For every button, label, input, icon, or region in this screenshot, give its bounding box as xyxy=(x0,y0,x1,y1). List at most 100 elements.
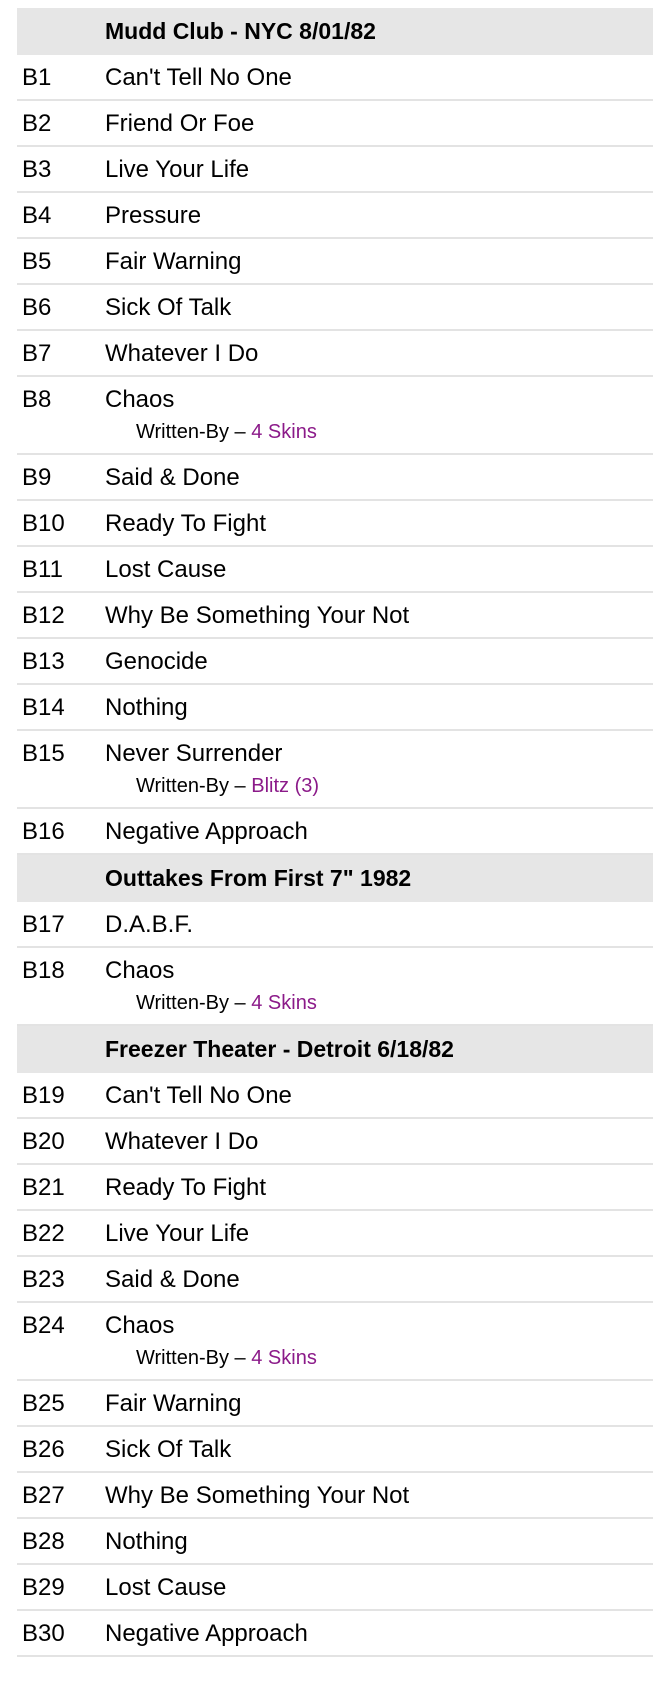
track-credit: Written-By – 4 Skins xyxy=(136,1347,653,1370)
track-position: B23 xyxy=(22,1266,65,1293)
track-title: Chaos xyxy=(105,957,175,984)
track-row: B29 Lost Cause xyxy=(17,1565,653,1611)
track-title: Lost Cause xyxy=(105,1574,227,1601)
track-position: B25 xyxy=(22,1390,65,1417)
credit-artist-link[interactable]: 4 Skins xyxy=(251,1347,317,1369)
track-row: B30 Negative Approach xyxy=(17,1611,653,1657)
track-row: B24 Chaos Written-By – 4 Skins xyxy=(17,1303,653,1381)
section-heading: Mudd Club - NYC 8/01/82 xyxy=(17,8,653,55)
track-row: B5 Fair Warning xyxy=(17,239,653,285)
track-row: B20 Whatever I Do xyxy=(17,1119,653,1165)
track-title: Negative Approach xyxy=(105,818,308,845)
track-position: B8 xyxy=(22,386,52,413)
track-row: B10 Ready To Fight xyxy=(17,501,653,547)
credit-role: Written-By – xyxy=(136,992,246,1014)
track-position: B13 xyxy=(22,648,65,675)
track-title: Why Be Something Your Not xyxy=(105,602,410,629)
track-title: Nothing xyxy=(105,1528,188,1555)
track-position: B21 xyxy=(22,1174,65,1201)
track-row: B18 Chaos Written-By – 4 Skins xyxy=(17,948,653,1026)
track-title-cell: Live Your Life xyxy=(105,156,653,191)
track-title-cell: Genocide xyxy=(105,648,653,683)
credit-role: Written-By – xyxy=(136,1347,246,1369)
track-row: B19 Can't Tell No One xyxy=(17,1073,653,1119)
track-row: B21 Ready To Fight xyxy=(17,1165,653,1211)
track-title-cell: Lost Cause xyxy=(105,556,653,591)
track-title: Ready To Fight xyxy=(105,1174,266,1201)
track-title: Nothing xyxy=(105,694,188,721)
track-row: B3 Live Your Life xyxy=(17,147,653,193)
track-title-cell: Negative Approach xyxy=(105,1620,653,1655)
track-position: B10 xyxy=(22,510,65,537)
track-title-cell: Nothing xyxy=(105,1528,653,1563)
track-row: B23 Said & Done xyxy=(17,1257,653,1303)
track-title-cell: Chaos Written-By – 4 Skins xyxy=(105,957,653,1024)
track-position: B15 xyxy=(22,740,65,767)
track-title-cell: Chaos Written-By – 4 Skins xyxy=(105,1312,653,1379)
track-title: Sick Of Talk xyxy=(105,1436,232,1463)
track-row: B8 Chaos Written-By – 4 Skins xyxy=(17,377,653,455)
section-heading: Freezer Theater - Detroit 6/18/82 xyxy=(17,1026,653,1073)
track-row: B27 Why Be Something Your Not xyxy=(17,1473,653,1519)
credit-artist-link[interactable]: Blitz (3) xyxy=(251,775,319,797)
track-title: D.A.B.F. xyxy=(105,911,194,938)
track-position: B3 xyxy=(22,156,52,183)
track-title-cell: Fair Warning xyxy=(105,1390,653,1425)
track-row: B15 Never Surrender Written-By – Blitz (3) xyxy=(17,731,653,809)
track-row: B6 Sick Of Talk xyxy=(17,285,653,331)
track-position: B27 xyxy=(22,1482,65,1509)
track-row: B16 Negative Approach xyxy=(17,809,653,855)
track-title: Ready To Fight xyxy=(105,510,266,537)
credit-artist-link[interactable]: 4 Skins xyxy=(251,421,317,443)
track-title-cell: Live Your Life xyxy=(105,1220,653,1255)
track-credit: Written-By – 4 Skins xyxy=(136,421,653,444)
track-title-cell: Fair Warning xyxy=(105,248,653,283)
track-title: Whatever I Do xyxy=(105,1128,259,1155)
track-title-cell: Ready To Fight xyxy=(105,1174,653,1209)
track-title-cell: Negative Approach xyxy=(105,818,653,853)
track-title: Sick Of Talk xyxy=(105,294,232,321)
section-heading: Outtakes From First 7" 1982 xyxy=(17,855,653,902)
credit-artist-link[interactable]: 4 Skins xyxy=(251,992,317,1014)
track-title-cell: Whatever I Do xyxy=(105,340,653,375)
track-title: Fair Warning xyxy=(105,1390,242,1417)
track-title: Live Your Life xyxy=(105,156,250,183)
credit-role: Written-By – xyxy=(136,775,246,797)
track-title: Pressure xyxy=(105,202,202,229)
track-title: Live Your Life xyxy=(105,1220,250,1247)
credit-role: Written-By – xyxy=(136,421,246,443)
track-position: B28 xyxy=(22,1528,65,1555)
track-title-cell: Why Be Something Your Not xyxy=(105,1482,653,1517)
track-title-cell: Said & Done xyxy=(105,1266,653,1301)
track-row: B14 Nothing xyxy=(17,685,653,731)
track-position: B30 xyxy=(22,1620,65,1647)
track-title-cell: Sick Of Talk xyxy=(105,294,653,329)
track-position: B20 xyxy=(22,1128,65,1155)
track-position: B16 xyxy=(22,818,65,845)
track-title: Negative Approach xyxy=(105,1620,308,1647)
track-row: B26 Sick Of Talk xyxy=(17,1427,653,1473)
track-title-cell: Pressure xyxy=(105,202,653,237)
track-position: B18 xyxy=(22,957,65,984)
track-title-cell: Sick Of Talk xyxy=(105,1436,653,1471)
track-title: Genocide xyxy=(105,648,208,675)
track-row: B9 Said & Done xyxy=(17,455,653,501)
track-position: B19 xyxy=(22,1082,65,1109)
track-title: Lost Cause xyxy=(105,556,227,583)
track-title: Whatever I Do xyxy=(105,340,259,367)
track-position: B5 xyxy=(22,248,52,275)
track-title-cell: Nothing xyxy=(105,694,653,729)
track-title-cell: Chaos Written-By – 4 Skins xyxy=(105,386,653,453)
track-title-cell: Ready To Fight xyxy=(105,510,653,545)
track-title-cell: Whatever I Do xyxy=(105,1128,653,1163)
track-position: B12 xyxy=(22,602,65,629)
track-row: B4 Pressure xyxy=(17,193,653,239)
track-row: B13 Genocide xyxy=(17,639,653,685)
track-title: Said & Done xyxy=(105,464,240,491)
track-position: B14 xyxy=(22,694,65,721)
track-position: B2 xyxy=(22,110,52,137)
tracklist: Mudd Club - NYC 8/01/82 B1 Can't Tell No O… xyxy=(17,8,653,1657)
track-position: B17 xyxy=(22,911,65,938)
track-title: Fair Warning xyxy=(105,248,242,275)
track-title-cell: Why Be Something Your Not xyxy=(105,602,653,637)
